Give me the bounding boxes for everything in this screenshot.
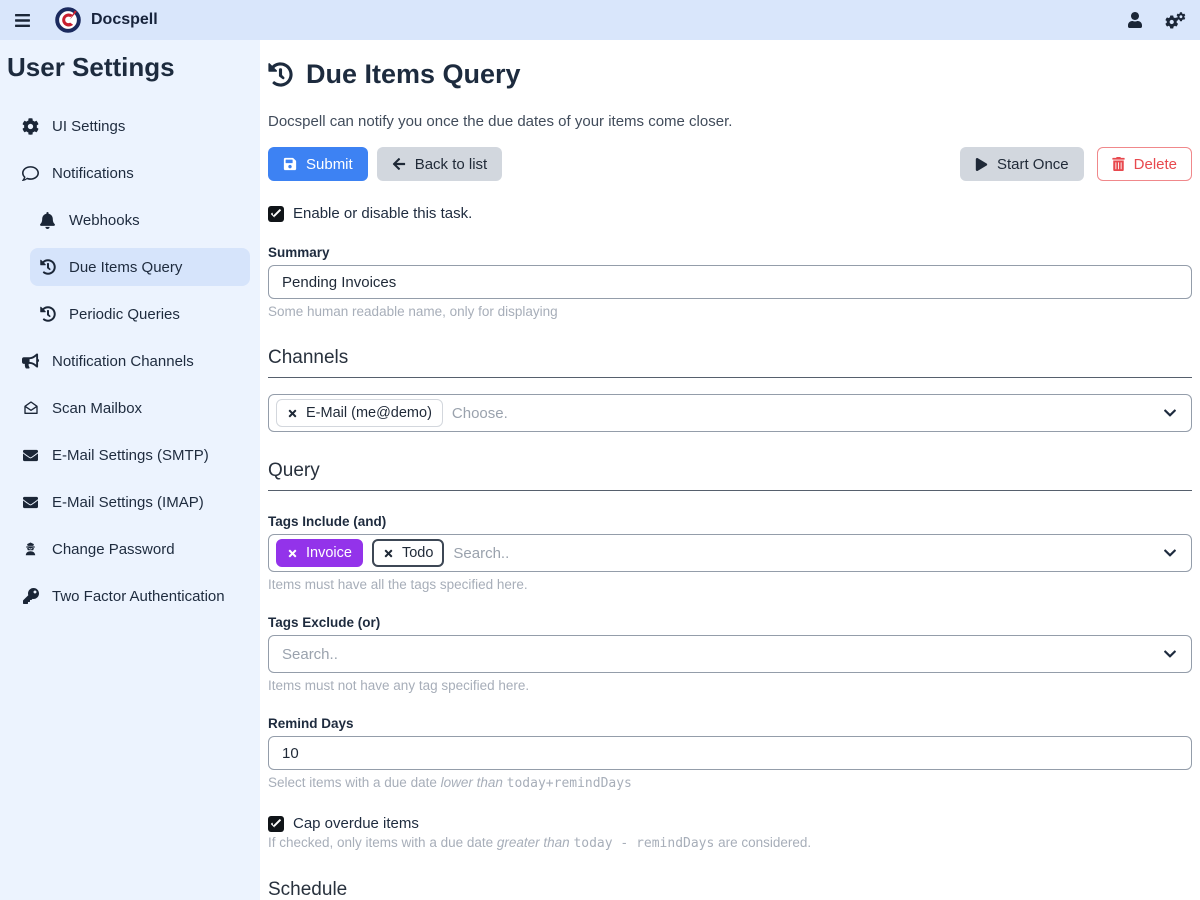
- remove-chip-icon: [287, 548, 298, 559]
- submit-button[interactable]: Submit: [268, 147, 368, 181]
- play-icon: [975, 158, 988, 171]
- comment-icon: [22, 165, 39, 182]
- sidebar-item-label: Scan Mailbox: [52, 400, 142, 417]
- bullhorn-icon: [22, 353, 39, 370]
- key-icon: [22, 588, 39, 605]
- brand-title[interactable]: Docspell: [91, 11, 158, 29]
- cap-overdue-label: Cap overdue items: [293, 815, 419, 832]
- chevron-down-icon: [1163, 546, 1177, 560]
- sidebar: User Settings UI Settings Notifications …: [0, 40, 260, 900]
- remind-days-label: Remind Days: [268, 716, 1192, 731]
- page-title: Due Items Query: [268, 59, 1192, 90]
- tags-include-select[interactable]: Invoice Todo Search..: [268, 534, 1192, 572]
- sidebar-item-scan-mailbox[interactable]: Scan Mailbox: [13, 389, 250, 427]
- sidebar-title: User Settings: [0, 50, 260, 83]
- enable-task-checkbox-row[interactable]: Enable or disable this task.: [268, 205, 1192, 222]
- remove-chip-icon: [287, 408, 298, 419]
- start-once-button[interactable]: Start Once: [960, 147, 1084, 181]
- sidebar-item-periodic-queries[interactable]: Periodic Queries: [30, 295, 250, 333]
- docspell-logo[interactable]: [55, 7, 81, 33]
- action-row: Submit Back to list Start Once Delete: [268, 147, 1192, 181]
- sidebar-item-change-password[interactable]: Change Password: [13, 530, 250, 568]
- schedule-heading: Schedule: [268, 879, 1192, 900]
- chevron-down-icon: [1163, 406, 1177, 420]
- sidebar-item-label: E-Mail Settings (IMAP): [52, 494, 204, 511]
- back-to-list-button[interactable]: Back to list: [377, 147, 503, 181]
- summary-help: Some human readable name, only for displ…: [268, 304, 1192, 319]
- bell-icon: [39, 212, 56, 229]
- channels-heading: Channels: [268, 347, 1192, 378]
- cap-overdue-help: If checked, only items with a due date g…: [268, 835, 1192, 851]
- tags-exclude-label: Tags Exclude (or): [268, 615, 1192, 630]
- checkbox-checked-icon[interactable]: [268, 816, 284, 832]
- envelope-open-icon: [22, 400, 39, 417]
- chevron-down-icon: [1163, 647, 1177, 661]
- tags-exclude-help: Items must not have any tag specified he…: [268, 678, 1192, 693]
- history-icon: [39, 306, 56, 323]
- hamburger-menu-icon[interactable]: [14, 12, 31, 29]
- remind-days-input[interactable]: [268, 736, 1192, 770]
- intro-text: Docspell can notify you once the due dat…: [268, 113, 1192, 130]
- sidebar-item-due-items-query[interactable]: Due Items Query: [30, 248, 250, 286]
- trash-icon: [1112, 157, 1125, 171]
- cap-overdue-checkbox-row[interactable]: Cap overdue items: [268, 815, 1192, 832]
- sidebar-item-label: Notification Channels: [52, 353, 194, 370]
- tags-include-placeholder: Search..: [453, 545, 1154, 562]
- envelope-icon: [22, 494, 39, 511]
- user-menu-icon[interactable]: [1127, 12, 1143, 28]
- sidebar-item-two-factor[interactable]: Two Factor Authentication: [13, 577, 250, 615]
- checkbox-checked-icon[interactable]: [268, 206, 284, 222]
- sidebar-item-label: UI Settings: [52, 118, 125, 135]
- history-icon: [268, 62, 293, 87]
- sidebar-item-notification-channels[interactable]: Notification Channels: [13, 342, 250, 380]
- sidebar-item-label: Change Password: [52, 541, 175, 558]
- arrow-left-icon: [392, 157, 406, 171]
- remind-days-help: Select items with a due date lower than …: [268, 775, 1192, 791]
- tags-exclude-select[interactable]: Search..: [268, 635, 1192, 673]
- sidebar-item-ui-settings[interactable]: UI Settings: [13, 107, 250, 145]
- save-icon: [283, 157, 297, 171]
- sidebar-item-email-imap[interactable]: E-Mail Settings (IMAP): [13, 483, 250, 521]
- tags-exclude-placeholder: Search..: [282, 646, 1154, 663]
- sidebar-item-notifications[interactable]: Notifications: [13, 154, 250, 192]
- top-bar: Docspell: [0, 0, 1200, 40]
- main-content: Due Items Query Docspell can notify you …: [260, 40, 1200, 900]
- settings-gears-icon[interactable]: [1165, 12, 1186, 29]
- channels-select[interactable]: E-Mail (me@demo) Choose.: [268, 394, 1192, 432]
- history-icon: [39, 259, 56, 276]
- tag-chip-todo[interactable]: Todo: [372, 539, 444, 567]
- enable-task-label: Enable or disable this task.: [293, 205, 472, 222]
- sidebar-item-email-smtp[interactable]: E-Mail Settings (SMTP): [13, 436, 250, 474]
- tag-chip-invoice[interactable]: Invoice: [276, 539, 363, 567]
- summary-input[interactable]: [268, 265, 1192, 299]
- sidebar-item-label: Due Items Query: [69, 259, 182, 276]
- query-heading: Query: [268, 460, 1192, 491]
- sidebar-menu: UI Settings Notifications Webhooks Due I…: [0, 107, 260, 615]
- tags-include-label: Tags Include (and): [268, 514, 1192, 529]
- remove-chip-icon: [383, 548, 394, 559]
- gear-icon: [22, 118, 39, 135]
- sidebar-item-label: Periodic Queries: [69, 306, 180, 323]
- sidebar-item-webhooks[interactable]: Webhooks: [30, 201, 250, 239]
- sidebar-item-label: Webhooks: [69, 212, 140, 229]
- delete-button[interactable]: Delete: [1097, 147, 1192, 181]
- sidebar-item-label: Two Factor Authentication: [52, 588, 225, 605]
- user-secret-icon: [22, 541, 39, 558]
- sidebar-item-label: Notifications: [52, 165, 134, 182]
- sidebar-item-label: E-Mail Settings (SMTP): [52, 447, 209, 464]
- summary-label: Summary: [268, 245, 1192, 260]
- envelope-icon: [22, 447, 39, 464]
- tags-include-help: Items must have all the tags specified h…: [268, 577, 1192, 592]
- channels-placeholder: Choose.: [452, 405, 1154, 422]
- channel-chip-email[interactable]: E-Mail (me@demo): [276, 399, 443, 427]
